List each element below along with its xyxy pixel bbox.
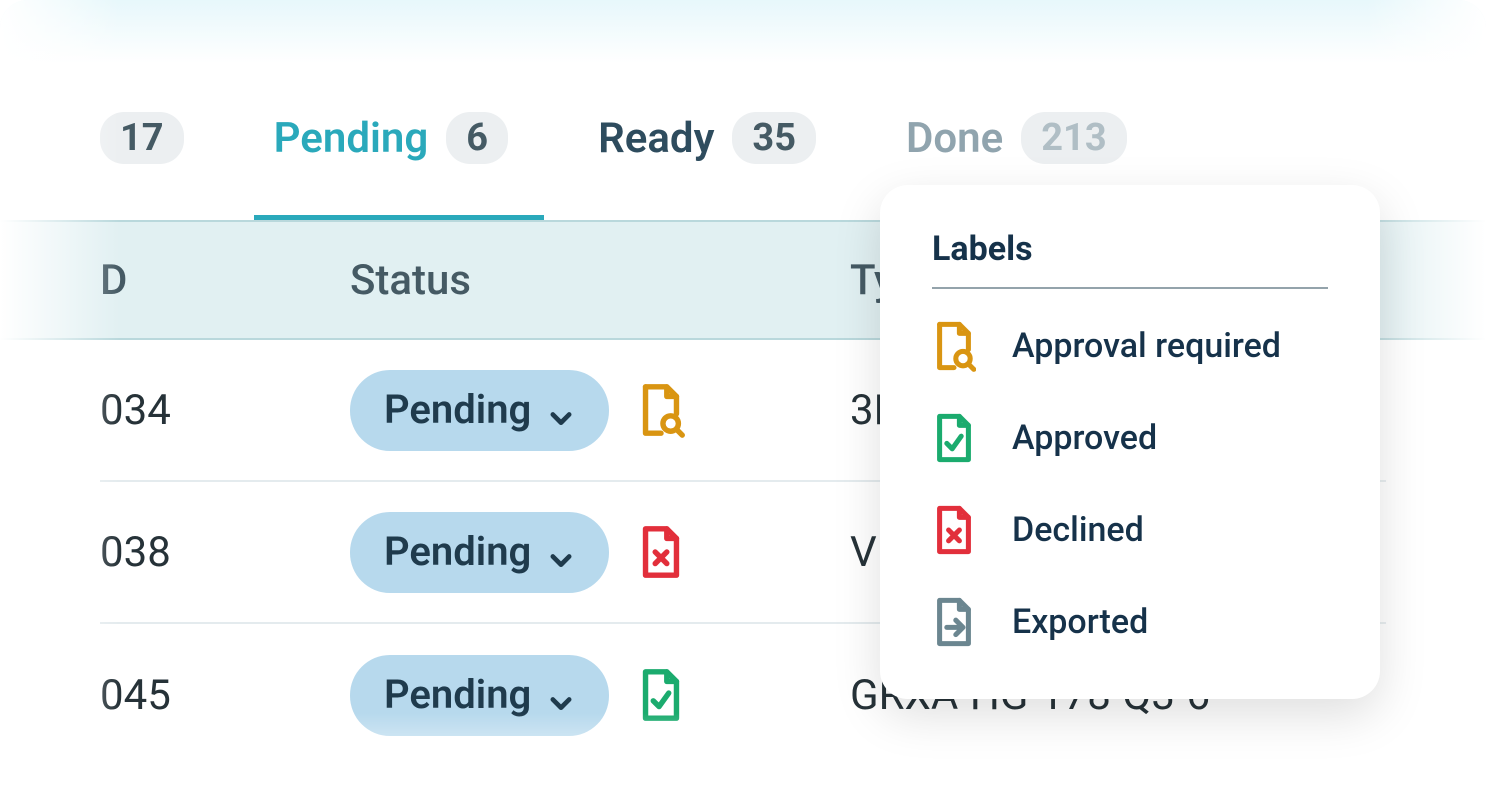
row-status-cell: Pending <box>350 655 850 736</box>
label-option-approved[interactable]: Approved <box>932 411 1328 465</box>
row-status-cell: Pending <box>350 512 850 593</box>
approved-icon <box>637 666 685 724</box>
label-option-text: Exported <box>1012 602 1148 642</box>
tab-ready[interactable]: Ready 35 <box>598 112 816 164</box>
approval-required-icon <box>932 319 976 373</box>
chevron-down-icon <box>547 537 575 565</box>
app-window: 17 Pending 6 Ready 35 Done 213 D Status … <box>0 0 1486 793</box>
row-id: 045 <box>100 671 350 720</box>
status-dropdown[interactable]: Pending <box>350 370 609 451</box>
row-id: 038 <box>100 528 350 577</box>
tab-label: Ready <box>598 114 714 163</box>
column-header-id[interactable]: D <box>100 256 350 305</box>
labels-popover: Labels Approval required <box>880 185 1380 699</box>
tab-label: Pending <box>274 114 429 163</box>
label-option-text: Declined <box>1012 510 1144 550</box>
tab-count-partial: 17 <box>100 112 184 164</box>
status-dropdown[interactable]: Pending <box>350 655 609 736</box>
popover-title: Labels <box>932 229 1328 289</box>
status-dropdown[interactable]: Pending <box>350 512 609 593</box>
label-option-exported[interactable]: Exported <box>932 595 1328 649</box>
tabs-bar: 17 Pending 6 Ready 35 Done 213 <box>0 0 1486 164</box>
row-id: 034 <box>100 386 350 435</box>
chevron-down-icon <box>547 680 575 708</box>
tab-count: 213 <box>1021 112 1126 164</box>
tab-label: Done <box>906 114 1003 163</box>
exported-icon <box>932 595 976 649</box>
popover-items: Approval required Approved <box>932 319 1328 649</box>
tab-count: 6 <box>446 112 508 164</box>
tab-pending[interactable]: Pending 6 <box>274 112 508 164</box>
tab-done[interactable]: Done 213 <box>906 112 1127 164</box>
label-option-approval-required[interactable]: Approval required <box>932 319 1328 373</box>
tab-partial-left: 17 <box>100 112 184 164</box>
status-label: Pending <box>384 528 531 575</box>
row-status-cell: Pending <box>350 370 850 451</box>
column-header-status[interactable]: Status <box>350 256 850 305</box>
status-label: Pending <box>384 671 531 718</box>
label-option-text: Approval required <box>1012 326 1281 366</box>
label-option-declined[interactable]: Declined <box>932 503 1328 557</box>
status-label: Pending <box>384 386 531 433</box>
declined-icon <box>637 523 685 581</box>
approved-icon <box>932 411 976 465</box>
chevron-down-icon <box>547 395 575 423</box>
tab-underline <box>254 215 544 220</box>
declined-icon <box>932 503 976 557</box>
label-option-text: Approved <box>1012 418 1157 458</box>
approval-required-icon <box>637 381 685 439</box>
tab-count: 35 <box>732 112 816 164</box>
